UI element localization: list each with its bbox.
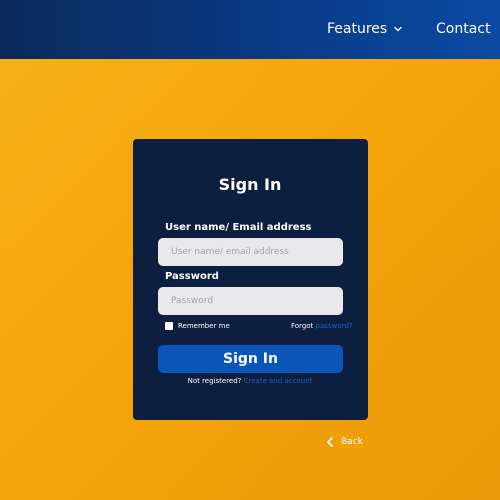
forgot-password-link[interactable]: password? [316, 322, 353, 330]
forgot-prefix: Forgot [291, 322, 314, 330]
remember-me-label: Remember me [178, 322, 230, 330]
forgot-password: Forgot password? [291, 321, 352, 331]
nav-contact-label: Contact [436, 21, 491, 37]
not-registered-text: Not registered? [187, 377, 242, 385]
chevron-down-icon [394, 26, 402, 32]
nav-contact-link[interactable]: Contact [436, 19, 490, 39]
password-input[interactable] [158, 287, 343, 315]
nav-features-label: Features [327, 21, 388, 37]
nav-features-menu[interactable]: Features [327, 19, 403, 39]
username-input[interactable] [158, 238, 343, 266]
username-label: User name/ Email address [165, 222, 312, 233]
not-registered-row: Not registered? Create and account [0, 376, 500, 386]
back-link[interactable]: Back [326, 436, 363, 448]
remember-me-option[interactable]: Remember me [165, 321, 230, 331]
password-label: Password [165, 271, 219, 282]
sign-in-button[interactable]: Sign In [158, 345, 343, 373]
chevron-left-icon [327, 437, 333, 447]
top-navigation-bar: Features Contact [0, 0, 500, 59]
sign-in-title: Sign In [218, 175, 282, 194]
back-label: Back [341, 437, 363, 447]
create-account-link[interactable]: Create and account [244, 377, 313, 385]
remember-me-checkbox[interactable] [165, 322, 173, 330]
